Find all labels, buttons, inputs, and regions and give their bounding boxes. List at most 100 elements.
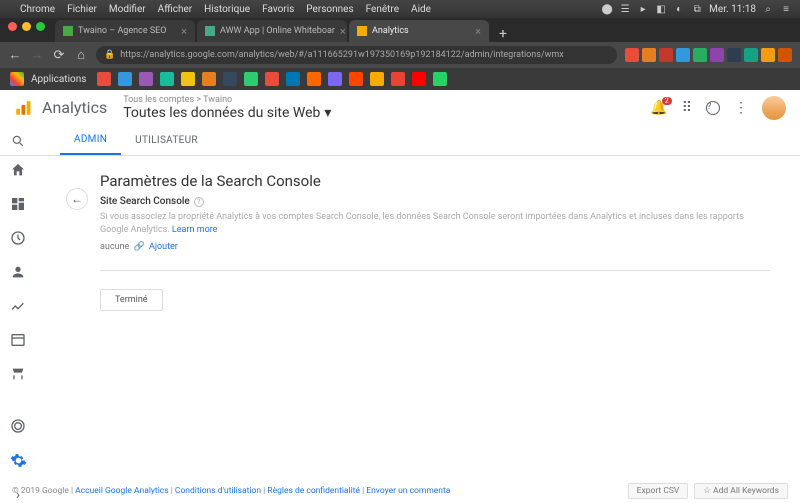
extension-icon[interactable] [761, 48, 775, 62]
bookmark-icon[interactable] [139, 72, 153, 86]
back-button[interactable]: ← [66, 188, 88, 210]
favicon-icon [357, 26, 367, 36]
bookmark-icon[interactable] [328, 72, 342, 86]
bookmark-icon[interactable] [391, 72, 405, 86]
footer-link[interactable]: Envoyer un commenta [366, 486, 450, 496]
extension-icon[interactable] [642, 48, 656, 62]
bookmark-icon[interactable] [349, 72, 363, 86]
tab-user[interactable]: UTILISATEUR [121, 126, 212, 155]
acquisition-icon[interactable] [9, 298, 27, 314]
tab-admin[interactable]: ADMIN [60, 126, 121, 155]
tab-title: Twaino – Agence SEO [78, 26, 166, 36]
footer-link[interactable]: Accueil Google Analytics [75, 486, 168, 496]
minimize-window[interactable] [22, 22, 31, 31]
apps-label[interactable]: Applications [31, 74, 86, 85]
link-icon: 🔗 [134, 242, 145, 252]
extension-icon[interactable] [676, 48, 690, 62]
learn-more-link[interactable]: Learn more [172, 225, 218, 235]
bookmark-icon[interactable] [433, 72, 447, 86]
footer-link[interactable]: Conditions d'utilisation [175, 486, 261, 496]
more-icon[interactable]: ⋮ [734, 100, 748, 116]
menu-app[interactable]: Chrome [20, 4, 55, 15]
menu-icon[interactable]: ≡ [780, 3, 792, 15]
wifi-icon: ⧉ [691, 3, 703, 15]
view-selector[interactable]: Toutes les données du site Web ▾ [123, 105, 331, 121]
breadcrumb[interactable]: Tous les comptes > Twaino [123, 95, 331, 105]
favicon-icon [63, 26, 73, 36]
maximize-window[interactable] [36, 22, 45, 31]
conversions-icon[interactable] [9, 366, 27, 382]
menu-item[interactable]: Fenêtre [366, 4, 399, 15]
add-link[interactable]: Ajouter [149, 242, 178, 252]
realtime-icon[interactable] [9, 230, 27, 246]
sidebar: › [0, 156, 36, 482]
menu-item[interactable]: Personnes [306, 4, 353, 15]
avatar[interactable] [762, 96, 786, 120]
bookmark-icon[interactable] [244, 72, 258, 86]
behavior-icon[interactable] [9, 332, 27, 348]
close-tab-icon[interactable]: × [340, 25, 346, 38]
home-icon[interactable] [9, 162, 27, 178]
menubar-status: ⬤ ☰ ▸ ◧ ◐ ⧉ Mer. 11:18 ⌕ ≡ [601, 3, 792, 15]
tab-title: Analytics [372, 26, 409, 36]
ga-logo-icon[interactable] [14, 99, 32, 117]
browser-tab-active[interactable]: Analytics × [349, 20, 489, 42]
bookmark-icon[interactable] [307, 72, 321, 86]
search-icon[interactable] [11, 134, 25, 148]
bookmark-icon[interactable] [181, 72, 195, 86]
menu-item[interactable]: Afficher [158, 4, 193, 15]
menu-item[interactable]: Aide [411, 4, 431, 15]
menu-item[interactable]: Fichier [67, 4, 97, 15]
export-csv-button[interactable]: Export CSV [628, 483, 689, 499]
extension-icon[interactable] [693, 48, 707, 62]
extension-icon[interactable] [727, 48, 741, 62]
close-tab-icon[interactable]: × [181, 25, 187, 38]
new-tab-button[interactable]: + [491, 26, 515, 42]
add-keywords-button[interactable]: ☆ Add All Keywords [694, 483, 788, 499]
bookmark-bar: Applications [0, 68, 800, 90]
subtitle-text: Site Search Console [100, 196, 190, 207]
done-button[interactable]: Terminé [100, 289, 163, 311]
extension-icon[interactable] [625, 48, 639, 62]
bookmark-icon[interactable] [202, 72, 216, 86]
bookmark-icon[interactable] [370, 72, 384, 86]
extensions [625, 48, 792, 62]
bookmark-icon[interactable] [118, 72, 132, 86]
dashboard-icon[interactable] [9, 196, 27, 212]
menu-item[interactable]: Modifier [109, 4, 146, 15]
admin-gear-icon[interactable] [9, 452, 27, 469]
main-content: ← Paramètres de la Search Console Site S… [36, 156, 800, 482]
bookmark-icon[interactable] [160, 72, 174, 86]
search-icon[interactable]: ⌕ [762, 3, 774, 15]
bookmark-icon[interactable] [265, 72, 279, 86]
browser-tab[interactable]: Twaino – Agence SEO × [55, 20, 195, 42]
apps-grid-icon[interactable]: ⠿ [682, 100, 692, 116]
apps-icon[interactable] [10, 72, 24, 86]
extension-icon[interactable] [744, 48, 758, 62]
bookmark-icon[interactable] [97, 72, 111, 86]
help-icon[interactable]: ? [706, 101, 720, 115]
section-subtitle: Site Search Console ? [100, 196, 770, 207]
bookmark-icon[interactable] [412, 72, 426, 86]
close-window[interactable] [8, 22, 17, 31]
extension-icon[interactable] [778, 48, 792, 62]
window-controls [8, 22, 45, 31]
close-tab-icon[interactable]: × [475, 25, 481, 38]
notifications-icon[interactable]: 🔔2 [650, 100, 667, 116]
browser-tab[interactable]: AWW App | Online Whiteboar × [197, 20, 347, 42]
help-tooltip-icon[interactable]: ? [194, 197, 204, 207]
reload-icon[interactable]: ⟳ [52, 48, 66, 63]
back-icon[interactable]: ← [8, 47, 22, 63]
bookmark-icon[interactable] [286, 72, 300, 86]
footer-link[interactable]: Règles de confidentialité [267, 486, 360, 496]
forward-icon[interactable]: → [30, 47, 44, 63]
extension-icon[interactable] [659, 48, 673, 62]
bookmark-icon[interactable] [223, 72, 237, 86]
home-icon[interactable]: ⌂ [74, 47, 88, 63]
menu-item[interactable]: Favoris [262, 4, 294, 15]
audience-icon[interactable] [9, 264, 27, 280]
discover-icon[interactable] [9, 418, 27, 434]
extension-icon[interactable] [710, 48, 724, 62]
menu-item[interactable]: Historique [204, 4, 250, 15]
address-bar[interactable]: 🔒 https://analytics.google.com/analytics… [96, 46, 617, 64]
